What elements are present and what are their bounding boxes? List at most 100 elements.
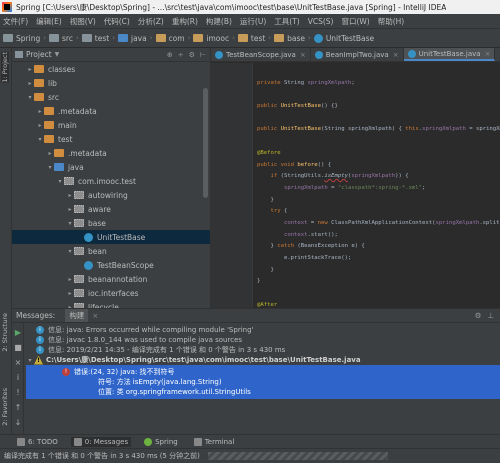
- menu-item[interactable]: 文件(F): [3, 16, 28, 27]
- menu-item[interactable]: 视图(V): [70, 16, 96, 27]
- tool-tab[interactable]: 6: TODO: [14, 437, 61, 447]
- tree-item[interactable]: ▾ base: [12, 216, 210, 230]
- menu-item[interactable]: VCS(S): [308, 17, 334, 26]
- tree-arrow-icon[interactable]: ▾: [26, 94, 34, 101]
- chevron-down-icon[interactable]: ▾: [26, 357, 34, 364]
- breadcrumb-label: UnitTestBase: [325, 33, 375, 43]
- info-message[interactable]: i 信息: 2019/2/21 14:35 - 编译完成有 1 个错误 和 0 个…: [26, 345, 500, 355]
- error-message-selected[interactable]: ! 错误:(24, 32) java: 找不到符号 符号: 方法 isEmpty…: [26, 365, 500, 399]
- tree-item[interactable]: ▾ java: [12, 160, 210, 174]
- breadcrumb-item[interactable]: test ›: [81, 34, 115, 43]
- menu-item[interactable]: 帮助(H): [378, 16, 405, 27]
- gear-icon[interactable]: ⚙: [189, 51, 195, 59]
- breadcrumb-item[interactable]: UnitTestBase: [313, 33, 375, 43]
- file-path-row[interactable]: ▾ ! C:\Users\康\Desktop\Spring\src\test\j…: [26, 355, 500, 365]
- tree-item[interactable]: ▾ bean: [12, 244, 210, 258]
- tool-tab[interactable]: Terminal: [191, 437, 238, 447]
- breadcrumb-item[interactable]: com ›: [155, 34, 190, 43]
- info-filter-icon[interactable]: i: [13, 373, 23, 383]
- tree-arrow-icon[interactable]: ▸: [66, 192, 74, 199]
- rerun-icon[interactable]: ▶: [13, 328, 23, 338]
- menu-item[interactable]: 运行(U): [240, 16, 266, 27]
- structure-tool-button[interactable]: 2: Structure: [1, 313, 9, 352]
- tree-item[interactable]: UnitTestBase: [12, 230, 210, 244]
- menu-item[interactable]: 重构(R): [172, 16, 198, 27]
- close-icon[interactable]: ×: [300, 51, 306, 59]
- tree-arrow-icon[interactable]: ▸: [66, 290, 74, 297]
- tree-arrow-icon[interactable]: ▾: [66, 220, 74, 227]
- project-panel-title[interactable]: Project: [26, 50, 52, 59]
- down-arrow-icon[interactable]: ↓: [13, 418, 23, 428]
- chevron-down-icon[interactable]: ▼: [55, 51, 60, 58]
- tool-tab-label: 6: TODO: [28, 437, 58, 446]
- menu-item[interactable]: 窗口(W): [341, 16, 369, 27]
- tree-arrow-icon[interactable]: ▸: [36, 108, 44, 115]
- menu-item[interactable]: 工具(T): [274, 16, 299, 27]
- tree-arrow-icon[interactable]: ▸: [66, 206, 74, 213]
- breadcrumb-item[interactable]: Spring ›: [3, 34, 46, 43]
- tree-item[interactable]: ▸ .metadata: [12, 146, 210, 160]
- menu-item[interactable]: 构建(B): [206, 16, 232, 27]
- breadcrumb-item[interactable]: src ›: [49, 34, 79, 43]
- tree-item[interactable]: ▸ lifecycle: [12, 300, 210, 308]
- editor-tabs: TestBeanScope.java × BeanImplTwo.java × Unit…: [211, 48, 500, 62]
- breadcrumb-item[interactable]: base ›: [274, 34, 311, 43]
- hide-icon[interactable]: ⊢: [200, 51, 206, 59]
- tool-tab[interactable]: Spring: [141, 437, 181, 447]
- info-message[interactable]: i 信息: java: Errors occurred while compili…: [26, 325, 500, 335]
- favorites-tool-button[interactable]: 2: Favorites: [1, 388, 9, 426]
- close-icon[interactable]: ×: [485, 50, 491, 58]
- close-icon[interactable]: ×: [92, 312, 98, 320]
- code-view[interactable]: private String springXmlpath; public Uni…: [257, 66, 500, 308]
- editor-gutter: [211, 63, 253, 308]
- tree-arrow-icon[interactable]: ▸: [66, 276, 74, 283]
- globe-icon[interactable]: ⊕: [167, 51, 173, 59]
- menu-item[interactable]: 代码(C): [104, 16, 130, 27]
- info-message[interactable]: i 信息: javac 1.8.0_144 was used to compile…: [26, 335, 500, 345]
- collapse-icon[interactable]: ÷: [178, 51, 184, 59]
- tree-item[interactable]: ▸ lib: [12, 76, 210, 90]
- build-subtab[interactable]: 构建: [65, 309, 89, 322]
- breadcrumb-item[interactable]: java ›: [118, 34, 153, 43]
- editor-tab[interactable]: BeanImplTwo.java ×: [311, 48, 404, 61]
- menu-item[interactable]: 分析(Z): [138, 16, 164, 27]
- tree-arrow-icon[interactable]: ▾: [66, 248, 74, 255]
- tree-arrow-icon[interactable]: ▾: [56, 178, 64, 185]
- tree-item[interactable]: ▸ ioc.interfaces: [12, 286, 210, 300]
- breadcrumb-item[interactable]: test ›: [237, 34, 271, 43]
- tree-arrow-icon[interactable]: ▸: [26, 66, 34, 73]
- folder-icon: [118, 34, 128, 42]
- tree-item[interactable]: ▾ com.imooc.test: [12, 174, 210, 188]
- tree-item[interactable]: ▸ autowiring: [12, 188, 210, 202]
- project-scrollbar[interactable]: [203, 88, 208, 198]
- hide-icon[interactable]: ⊥: [487, 311, 494, 320]
- tool-tab[interactable]: 0: Messages: [70, 436, 132, 447]
- tree-item[interactable]: ▸ .metadata: [12, 104, 210, 118]
- stop-icon[interactable]: ■: [13, 343, 23, 353]
- menu-item[interactable]: 编辑(E): [36, 16, 62, 27]
- gear-icon[interactable]: ⚙: [475, 311, 482, 320]
- tree-item[interactable]: ▸ classes: [12, 62, 210, 76]
- warning-filter-icon[interactable]: !: [13, 388, 23, 398]
- editor-tab[interactable]: TestBeanScope.java ×: [211, 48, 311, 61]
- tree-item[interactable]: ▸ aware: [12, 202, 210, 216]
- tree-arrow-icon[interactable]: ▾: [46, 164, 54, 171]
- tree-arrow-icon[interactable]: ▸: [36, 122, 44, 129]
- up-arrow-icon[interactable]: ↑: [13, 403, 23, 413]
- editor-tab[interactable]: UnitTestBase.java ×: [403, 48, 496, 61]
- tree-item[interactable]: ▾ src: [12, 90, 210, 104]
- project-icon: [15, 51, 23, 58]
- tree-arrow-icon[interactable]: ▸: [26, 80, 34, 87]
- tree-arrow-icon[interactable]: ▾: [36, 136, 44, 143]
- tree-item[interactable]: ▸ main: [12, 118, 210, 132]
- breadcrumb-item[interactable]: imooc ›: [193, 34, 235, 43]
- tree-item[interactable]: TestBeanScope: [12, 258, 210, 272]
- close-icon[interactable]: ×: [13, 358, 23, 368]
- project-tool-button[interactable]: 1: Project: [1, 52, 9, 83]
- project-panel-header: Project ▼ ⊕ ÷ ⚙ ⊢: [12, 48, 210, 62]
- close-icon[interactable]: ×: [393, 51, 399, 59]
- tree-item[interactable]: ▾ test: [12, 132, 210, 146]
- folder-icon: [44, 107, 54, 115]
- tree-arrow-icon[interactable]: ▸: [46, 150, 54, 157]
- tree-item[interactable]: ▸ beanannotation: [12, 272, 210, 286]
